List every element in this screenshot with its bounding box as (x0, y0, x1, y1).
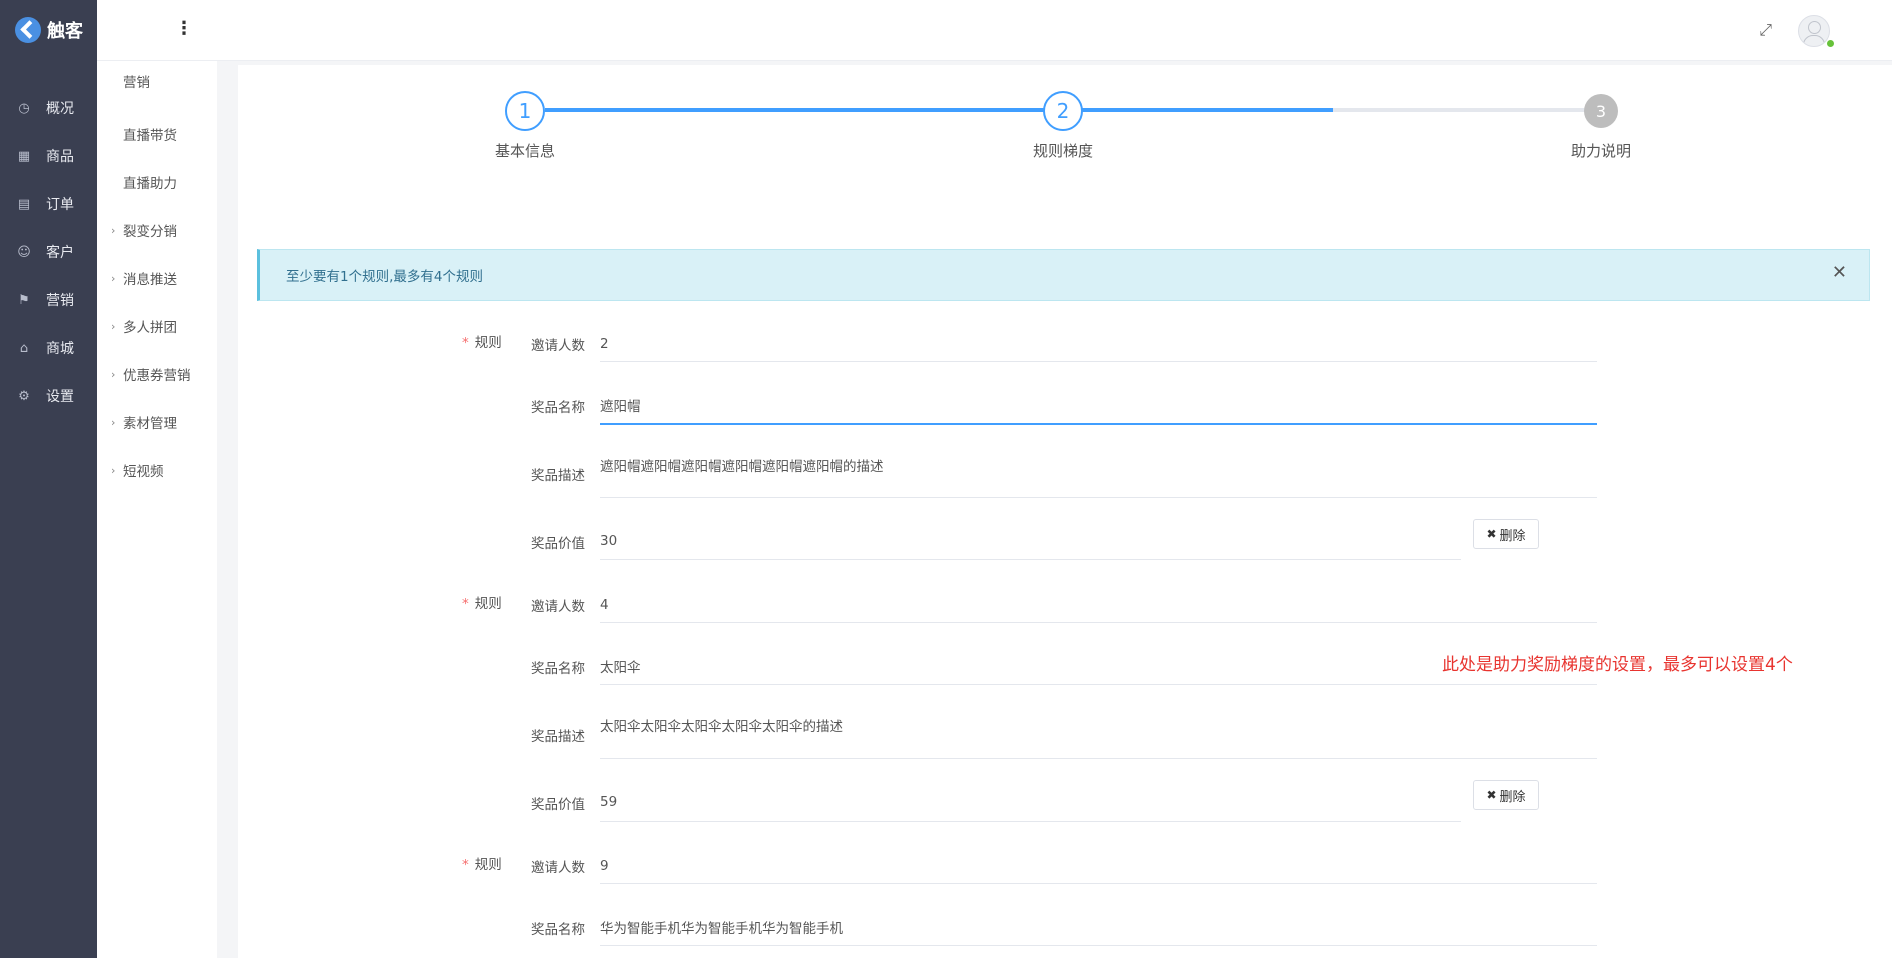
rule-2-delete-button[interactable]: ✖ 删除 (1473, 780, 1539, 810)
gear-icon: ⚙ (18, 388, 30, 404)
tag-icon: ⚑ (18, 292, 30, 308)
fullscreen-icon[interactable]: ⤢ (1759, 20, 1772, 40)
prize-value-label: 奖品价值 (531, 536, 585, 552)
rule-3-label: * 规则 (462, 857, 502, 873)
step-3-circle[interactable]: 3 (1584, 94, 1618, 128)
invite-count-label: 邀请人数 (531, 338, 585, 354)
avatar[interactable] (1798, 15, 1830, 47)
online-status-dot (1827, 40, 1834, 47)
subnav-item-coupon-marketing[interactable]: › 优惠券营销 (97, 362, 217, 386)
subnav-item-label: 消息推送 (123, 272, 177, 288)
subnav-item-fission-distribution[interactable]: › 裂变分销 (97, 218, 217, 242)
prize-name-label: 奖品名称 (531, 922, 585, 938)
prize-value-label: 奖品价值 (531, 797, 585, 813)
subnav-item-label: 直播助力 (123, 176, 177, 192)
subnav-item-label: 优惠券营销 (123, 368, 191, 384)
rule-2-prize-value-input[interactable] (600, 783, 1461, 822)
calendar-icon: ▤ (17, 196, 31, 212)
nav-item-label: 概况 (46, 101, 74, 117)
nav-item-overview[interactable]: ◷ 概况 (0, 93, 97, 123)
sub-sidebar: 营销 直播带货 直播助力 › 裂变分销 › 消息推送 › 多人拼团 › 优惠券营… (97, 61, 217, 958)
prize-desc-label: 奖品描述 (531, 468, 585, 484)
invite-count-label: 邀请人数 (531, 599, 585, 615)
step-1-title: 基本信息 (494, 142, 556, 160)
rule-1-label: * 规则 (462, 335, 502, 351)
close-icon: ✖ (1486, 788, 1497, 802)
nav-item-mall[interactable]: ⌂ 商城 (0, 333, 97, 363)
rule-2-label: * 规则 (462, 596, 502, 612)
nav-item-label: 客户 (46, 245, 74, 261)
prize-desc-label: 奖品描述 (531, 729, 585, 745)
chevron-right-icon: › (111, 223, 116, 237)
rule-1-prize-value-input[interactable] (600, 522, 1461, 560)
step-2-title: 规则梯度 (1032, 142, 1094, 160)
subnav-item-label: 裂变分销 (123, 224, 177, 240)
alert-message: 至少要有1个规则,最多有4个规则 (286, 269, 483, 285)
step-3-title: 助力说明 (1570, 142, 1632, 160)
subnav-item-short-video[interactable]: › 短视频 (97, 458, 217, 482)
close-icon[interactable]: ✕ (1832, 262, 1847, 283)
invite-count-label: 邀请人数 (531, 860, 585, 876)
content-card (238, 65, 1892, 958)
nav-item-marketing[interactable]: ⚑ 营销 (0, 285, 97, 315)
top-header: ⋮ ⤢ (97, 0, 1892, 61)
logo[interactable]: 触客 (15, 14, 83, 46)
subnav-item-message-push[interactable]: › 消息推送 (97, 266, 217, 290)
subnav-item-live-selling[interactable]: 直播带货 (97, 122, 217, 146)
brand-name: 触客 (47, 21, 83, 42)
nav-item-orders[interactable]: ▤ 订单 (0, 189, 97, 219)
nav-item-settings[interactable]: ⚙ 设置 (0, 381, 97, 411)
chevron-right-icon: › (111, 367, 116, 381)
subnav-item-label: 素材管理 (123, 416, 177, 432)
chevron-right-icon: › (111, 463, 116, 477)
subnav-item-live-assist[interactable]: 直播助力 (97, 170, 217, 194)
subnav-item-label: 短视频 (123, 464, 164, 480)
nav-item-label: 设置 (46, 389, 74, 405)
rule-2-prize-desc-textarea[interactable]: 太阳伞太阳伞太阳伞太阳伞太阳伞的描述 (600, 715, 1597, 759)
user-icon: ☺ (17, 244, 31, 260)
shop-icon: ⌂ (19, 340, 29, 356)
more-menu-icon[interactable]: ⋮ (175, 18, 193, 39)
chevron-right-icon: › (111, 319, 116, 333)
nav-item-label: 营销 (46, 293, 74, 309)
nav-item-goods[interactable]: ▦ 商品 (0, 141, 97, 171)
rule-2-invite-input[interactable] (600, 587, 1597, 623)
grid-icon: ▦ (17, 148, 31, 164)
rule-1-delete-button[interactable]: ✖ 删除 (1473, 519, 1539, 549)
main-sidebar: 触客 ◷ 概况 ▦ 商品 ▤ 订单 ☺ 客户 ⚑ 营销 ⌂ 商城 ⚙ 设置 (0, 0, 97, 958)
logo-icon (15, 17, 41, 43)
chevron-right-icon: › (111, 415, 116, 429)
close-icon: ✖ (1486, 527, 1497, 541)
subnav-item-label: 多人拼团 (123, 320, 177, 336)
subnav-item-label: 营销 (123, 75, 150, 91)
subnav-item-group-buy[interactable]: › 多人拼团 (97, 314, 217, 338)
step-1-circle[interactable]: 1 (505, 91, 545, 131)
nav-item-label: 订单 (46, 197, 74, 213)
prize-name-label: 奖品名称 (531, 400, 585, 416)
subnav-item-label: 直播带货 (123, 128, 177, 144)
dashboard-icon: ◷ (18, 100, 30, 116)
nav-item-customers[interactable]: ☺ 客户 (0, 237, 97, 267)
step-2-circle[interactable]: 2 (1043, 91, 1083, 131)
subnav-item-material-management[interactable]: › 素材管理 (97, 410, 217, 434)
rule-3-prize-name-input[interactable] (600, 909, 1597, 946)
rule-1-invite-input[interactable] (600, 326, 1597, 362)
info-alert: 至少要有1个规则,最多有4个规则 ✕ (257, 249, 1870, 301)
prize-name-label: 奖品名称 (531, 661, 585, 677)
nav-item-label: 商品 (46, 149, 74, 165)
rule-1-prize-desc-textarea[interactable]: 遮阳帽遮阳帽遮阳帽遮阳帽遮阳帽遮阳帽的描述 (600, 455, 1597, 498)
annotation-note: 此处是助力奖励梯度的设置，最多可以设置4个 (1442, 655, 1793, 675)
required-mark: * (462, 335, 469, 351)
rule-3-invite-input[interactable] (600, 848, 1597, 884)
rule-1-prize-name-input[interactable] (600, 387, 1597, 425)
steps-pending-line (1333, 108, 1589, 112)
nav-item-label: 商城 (46, 341, 74, 357)
subnav-item-marketing[interactable]: 营销 (97, 69, 217, 93)
chevron-right-icon: › (111, 271, 116, 285)
required-mark: * (462, 596, 469, 612)
required-mark: * (462, 857, 469, 873)
